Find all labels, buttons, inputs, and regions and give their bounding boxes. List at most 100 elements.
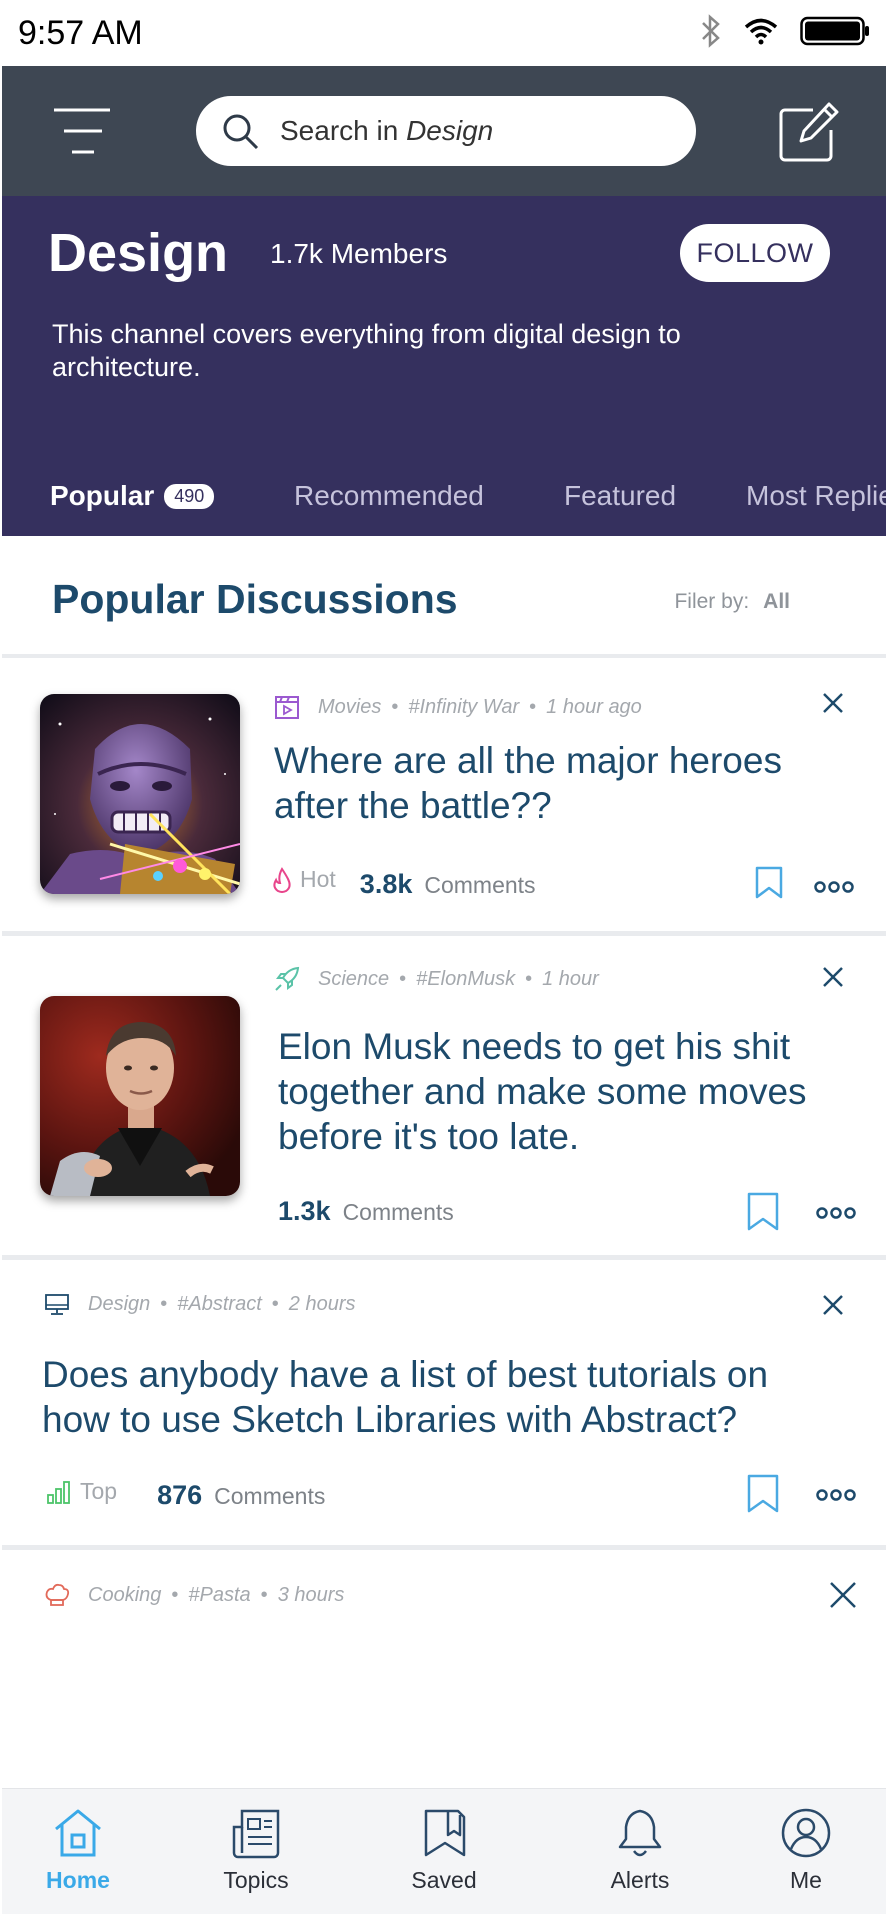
menu-button[interactable]: [52, 106, 112, 156]
post-title[interactable]: Does anybody have a list of best tutoria…: [42, 1352, 842, 1442]
post-category[interactable]: Movies: [318, 696, 381, 719]
filter-control[interactable]: Filer by: All: [674, 590, 790, 614]
status-bar: 9:57 AM: [0, 0, 888, 66]
chef-hat-icon: [44, 1582, 70, 1608]
close-icon: [830, 1582, 856, 1608]
compose-icon: [779, 102, 839, 162]
post-stats: 1.3k Comments: [278, 1196, 454, 1227]
bookmark-icon: [755, 866, 783, 899]
post-title[interactable]: Elon Musk needs to get his shit together…: [278, 1024, 838, 1159]
filter-value: All: [763, 590, 790, 613]
nav-label: Saved: [411, 1867, 477, 1893]
post-title[interactable]: Where are all the major heroes after the…: [274, 738, 814, 828]
tab-featured[interactable]: Featured: [564, 480, 676, 512]
tab-recommended[interactable]: Recommended: [294, 480, 484, 512]
user-circle-icon: [781, 1808, 831, 1858]
nav-me[interactable]: Me: [746, 1807, 866, 1894]
post-card[interactable]: Movies • #Infinity War • 1 hour ago Where …: [2, 658, 886, 936]
comment-count: 1.3k: [278, 1196, 331, 1226]
more-icon: [814, 881, 854, 893]
nav-label: Me: [790, 1867, 822, 1893]
bottom-nav: Home Topics Saved Alerts Me: [2, 1788, 886, 1914]
dismiss-button[interactable]: [826, 1578, 856, 1608]
close-icon: [823, 967, 843, 987]
post-time: 1 hour: [542, 967, 599, 990]
post-meta: Science • #ElonMusk • 1 hour: [274, 966, 599, 992]
follow-button[interactable]: FOLLOW: [680, 224, 830, 282]
hamburger-icon: [54, 108, 110, 154]
post-stats: Hot 3.8k Comments: [272, 866, 536, 900]
post-card[interactable]: Science • #ElonMusk • 1 hour Elon Musk nee…: [2, 936, 886, 1260]
dismiss-button[interactable]: [818, 962, 848, 992]
post-thumbnail: [40, 694, 240, 894]
bookmark-button[interactable]: [746, 1192, 780, 1232]
comment-label[interactable]: Comments: [343, 1199, 454, 1226]
bookmark-icon: [424, 1809, 466, 1857]
member-count: 1.7k Members: [270, 238, 448, 269]
post-meta: Design • #Abstract • 2 hours: [44, 1292, 356, 1316]
post-category[interactable]: Science: [318, 968, 389, 991]
dismiss-button[interactable]: [818, 688, 848, 718]
bell-icon: [618, 1809, 662, 1857]
comment-count: 3.8k: [359, 868, 413, 899]
channel-description: This channel covers everything from digi…: [52, 319, 681, 382]
more-options-button[interactable]: [816, 1488, 856, 1502]
post-tag[interactable]: #Abstract: [177, 1293, 261, 1316]
nav-topics[interactable]: Topics: [196, 1807, 316, 1894]
monitor-icon: [44, 1292, 70, 1316]
post-time: 2 hours: [288, 1292, 356, 1315]
bookmark-button[interactable]: [746, 1474, 780, 1514]
compose-button[interactable]: [779, 100, 841, 162]
comment-label[interactable]: Comments: [214, 1483, 325, 1510]
post-tag[interactable]: #Infinity War: [408, 696, 519, 719]
tab-count-badge: 490: [164, 483, 215, 509]
post-time: 3 hours: [277, 1583, 345, 1606]
tab-most-replied[interactable]: Most Replied: [746, 480, 886, 512]
more-icon: [816, 1207, 856, 1219]
nav-label: Home: [46, 1867, 110, 1893]
nav-label: Alerts: [610, 1867, 670, 1893]
clapperboard-icon: [274, 694, 300, 720]
status-time: 9:57 AM: [18, 14, 143, 52]
post-time: 1 hour ago: [546, 695, 642, 718]
post-card[interactable]: Design • #Abstract • 2 hours Does anybody …: [2, 1260, 886, 1550]
channel-banner: Design 1.7k Members FOLLOW This channel …: [2, 196, 886, 536]
search-icon: [223, 114, 259, 150]
section-title: Popular Discussions: [52, 576, 458, 622]
home-icon: [55, 1809, 101, 1857]
close-icon: [823, 693, 843, 713]
post-card[interactable]: Cooking • #Pasta • 3 hours: [2, 1550, 886, 1788]
post-category[interactable]: Cooking: [88, 1584, 161, 1607]
nav-alerts[interactable]: Alerts: [580, 1807, 700, 1894]
nav-home[interactable]: Home: [18, 1807, 138, 1894]
tab-bar: Popular 490 Recommended Featured Most Re…: [2, 464, 886, 536]
close-icon: [823, 1295, 843, 1315]
comment-count: 876: [157, 1479, 203, 1510]
post-thumbnail: [40, 996, 240, 1196]
battery-icon: [800, 16, 870, 51]
search-placeholder: Search in Design: [280, 115, 494, 146]
tab-popular[interactable]: Popular 490: [50, 480, 215, 512]
dismiss-button[interactable]: [818, 1290, 848, 1320]
comment-label[interactable]: Comments: [424, 872, 535, 899]
channel-title: Design: [48, 223, 229, 283]
nav-saved[interactable]: Saved: [384, 1807, 504, 1894]
bar-chart-icon: [47, 1480, 70, 1504]
post-meta: Movies • #Infinity War • 1 hour ago: [274, 694, 642, 720]
more-options-button[interactable]: [816, 1206, 856, 1220]
tab-label: Popular: [50, 480, 155, 511]
nav-label: Topics: [223, 1867, 289, 1893]
rocket-icon: [274, 966, 300, 992]
search-input[interactable]: Search in Design: [196, 96, 696, 166]
more-options-button[interactable]: [814, 880, 854, 894]
more-icon: [816, 1489, 856, 1501]
post-tag[interactable]: #ElonMusk: [416, 968, 515, 991]
post-stats: Top 876 Comments: [46, 1478, 325, 1511]
bluetooth-icon: [700, 14, 722, 53]
app-header: Search in Design: [2, 66, 886, 196]
newspaper-icon: [232, 1809, 280, 1859]
post-category[interactable]: Design: [88, 1293, 150, 1316]
post-tag[interactable]: #Pasta: [188, 1584, 250, 1607]
bookmark-button[interactable]: [754, 866, 788, 906]
bookmark-icon: [747, 1474, 779, 1513]
